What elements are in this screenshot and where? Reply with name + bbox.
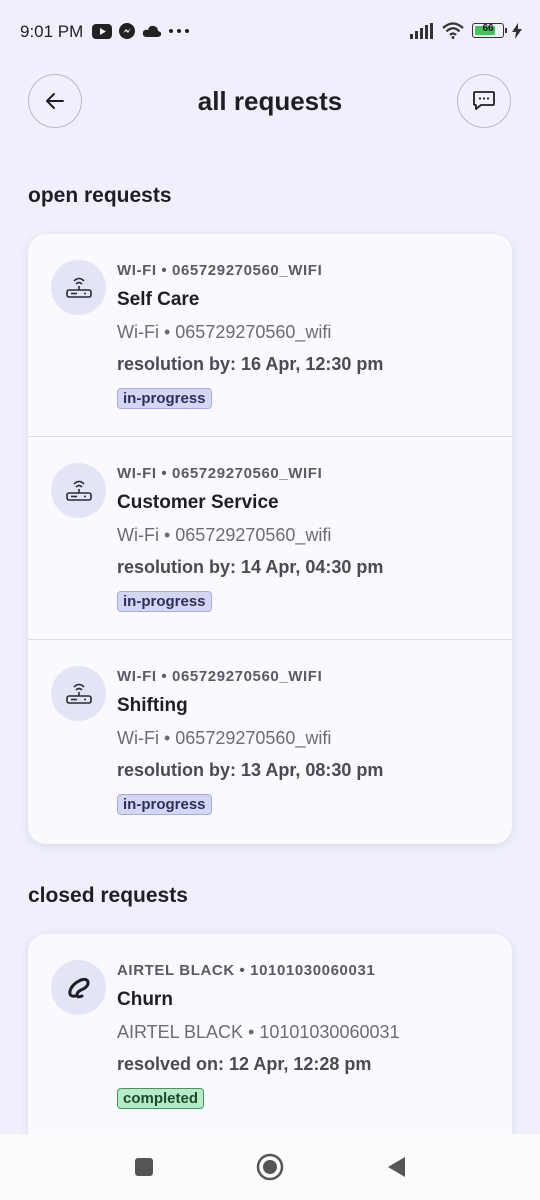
router-icon <box>65 480 92 501</box>
wifi-icon <box>442 22 464 39</box>
home-button[interactable] <box>255 1152 285 1182</box>
signal-icon <box>410 22 433 39</box>
open-requests-card: WI-FI • 065729270560_WIFI Self Care Wi-F… <box>28 234 512 844</box>
back-nav-button[interactable] <box>381 1152 411 1182</box>
request-subtitle: Wi-Fi • 065729270560_wifi <box>117 322 332 342</box>
chat-icon <box>473 91 495 110</box>
youtube-icon <box>92 23 112 39</box>
battery-level: 66 <box>482 23 494 34</box>
closed-requests-heading: closed requests <box>28 884 188 907</box>
home-circle-icon <box>256 1153 284 1181</box>
status-badge: completed <box>117 1088 205 1109</box>
request-name: Self Care <box>117 289 200 310</box>
navigation-bar <box>0 1134 540 1200</box>
airtel-logo-icon <box>67 977 90 998</box>
recents-square-icon <box>135 1158 153 1176</box>
open-requests-heading: open requests <box>28 184 172 207</box>
request-item-shifting[interactable]: WI-FI • 065729270560_WIFI Shifting Wi-Fi… <box>28 640 512 843</box>
cloud-icon <box>142 25 162 37</box>
router-icon <box>65 683 92 704</box>
request-subtitle: AIRTEL BLACK • 10101030060031 <box>117 1022 400 1042</box>
request-meta: WI-FI • 065729270560_WIFI <box>117 668 323 685</box>
more-dots-icon <box>169 29 189 33</box>
request-resolution: resolved on: 12 Apr, 12:28 pm <box>117 1054 372 1074</box>
request-name: Churn <box>117 989 173 1010</box>
status-badge: in-progress <box>117 794 212 815</box>
request-meta: WI-FI • 065729270560_WIFI <box>117 262 323 279</box>
request-resolution: resolution by: 13 Apr, 08:30 pm <box>117 760 384 780</box>
charging-icon <box>512 22 522 39</box>
request-item-customer-service[interactable]: WI-FI • 065729270560_WIFI Customer Servi… <box>28 437 512 640</box>
messenger-icon <box>119 23 135 39</box>
router-icon <box>65 277 92 298</box>
request-subtitle: Wi-Fi • 065729270560_wifi <box>117 525 332 545</box>
request-resolution: resolution by: 16 Apr, 12:30 pm <box>117 354 384 374</box>
back-triangle-icon <box>388 1157 405 1177</box>
request-subtitle: Wi-Fi • 065729270560_wifi <box>117 728 332 748</box>
battery-icon: 66 <box>472 23 507 38</box>
recents-button[interactable] <box>129 1152 159 1182</box>
status-badge: in-progress <box>117 591 212 612</box>
status-badge: in-progress <box>117 388 212 409</box>
chat-button[interactable] <box>457 74 511 128</box>
request-meta: AIRTEL BLACK • 10101030060031 <box>117 962 376 979</box>
request-resolution: resolution by: 14 Apr, 04:30 pm <box>117 557 384 577</box>
request-name: Customer Service <box>117 492 279 513</box>
status-time: 9:01 PM <box>20 22 84 41</box>
request-name: Shifting <box>117 695 188 716</box>
request-item-churn[interactable]: AIRTEL BLACK • 10101030060031 Churn AIRT… <box>28 934 512 1137</box>
status-bar: 9:01 PM 66 <box>0 0 540 62</box>
request-item-self-care[interactable]: WI-FI • 065729270560_WIFI Self Care Wi-F… <box>28 234 512 437</box>
request-meta: WI-FI • 065729270560_WIFI <box>117 465 323 482</box>
